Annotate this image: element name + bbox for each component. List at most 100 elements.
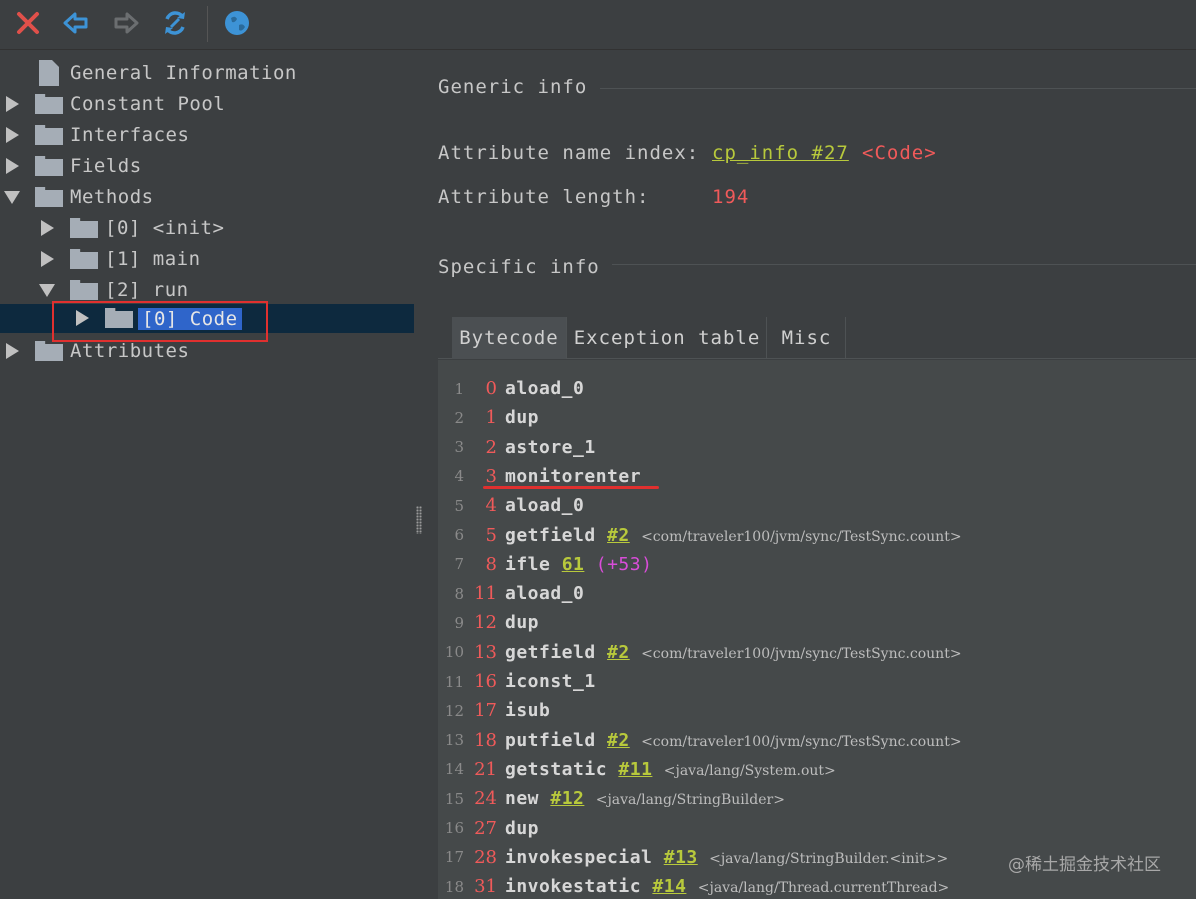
- section-divider: [612, 264, 1196, 265]
- bytecode-instruction: dup: [505, 612, 539, 633]
- cp-info-link[interactable]: cp_info #27: [712, 142, 849, 164]
- toolbar: [0, 0, 1196, 50]
- tree-item-method-main[interactable]: [1] main: [0, 245, 414, 273]
- bytecode-instruction: new #12 <java/lang/StringBuilder>: [505, 788, 785, 809]
- folder-icon: [35, 341, 63, 361]
- bytecode-line: 5 4 aload_0: [438, 491, 1196, 520]
- opcode: invokespecial: [505, 846, 653, 868]
- bytecode-instruction: dup: [505, 818, 539, 839]
- close-icon[interactable]: [13, 8, 43, 38]
- expand-arrow-icon[interactable]: [41, 220, 54, 236]
- collapse-arrow-icon[interactable]: [39, 284, 55, 297]
- opcode: getfield: [505, 641, 596, 663]
- web-icon[interactable]: [222, 8, 252, 38]
- tree-item-methods[interactable]: Methods: [0, 183, 414, 211]
- tab-misc[interactable]: Misc: [768, 317, 846, 359]
- watermark: @稀土掘金技术社区: [1008, 855, 1161, 875]
- tree-item-fields[interactable]: Fields: [0, 152, 414, 180]
- operand-link[interactable]: 61: [562, 554, 585, 575]
- opcode: iconst_1: [505, 671, 596, 692]
- operand-comment: <com/traveler100/jvm/sync/TestSync.count…: [641, 733, 962, 750]
- bytecode-offset: 28: [474, 846, 497, 868]
- bytecode-instruction: dup: [505, 407, 539, 428]
- operand-link[interactable]: #12: [550, 788, 584, 809]
- bytecode-instruction: aload_0: [505, 583, 584, 604]
- bytecode-offset: 0: [485, 378, 497, 399]
- operand-link[interactable]: #13: [664, 847, 698, 868]
- bytecode-line: 11 16 iconst_1: [438, 667, 1196, 696]
- operand-link[interactable]: #2: [607, 525, 630, 546]
- tab-exception-table[interactable]: Exception table: [568, 317, 767, 359]
- opcode: isub: [505, 700, 551, 722]
- operand-comment: <java/lang/StringBuilder>: [595, 792, 785, 809]
- bytecode-instruction: getfield #2 <com/traveler100/jvm/sync/Te…: [505, 642, 962, 663]
- operand-link[interactable]: #11: [618, 759, 652, 780]
- bytecode-line: 1 0 aload_0: [438, 374, 1196, 403]
- operand-link[interactable]: #2: [607, 730, 630, 751]
- refresh-icon[interactable]: [160, 8, 190, 38]
- section-divider: [600, 88, 1196, 89]
- bytecode-offset: 24: [474, 788, 497, 810]
- bytecode-offset: 13: [474, 641, 497, 663]
- operand-link[interactable]: #14: [652, 876, 686, 897]
- expand-arrow-icon[interactable]: [6, 158, 19, 174]
- bytecode-instruction: ifle 61 (+53): [505, 554, 652, 575]
- bytecode-line: 14 21 getstatic #11 <java/lang/System.out>: [438, 755, 1196, 784]
- attribute-length-value: 194: [712, 186, 750, 208]
- bytecode-offset: 21: [474, 758, 497, 780]
- expand-arrow-icon[interactable]: [41, 251, 54, 267]
- tab-bytecode[interactable]: Bytecode: [452, 317, 567, 359]
- tree-item-label: Attributes: [70, 340, 190, 362]
- opcode: aload_0: [505, 495, 585, 517]
- tree-item-interfaces[interactable]: Interfaces: [0, 121, 414, 149]
- bytecode-line: 18 31 invokestatic #14 <java/lang/Thread.c…: [438, 872, 1196, 899]
- bytecode-offset: 1: [485, 407, 497, 429]
- bytecode-instruction: invokespecial #13 <java/lang/StringBuild…: [505, 847, 948, 868]
- bytecode-instruction: getfield #2 <com/traveler100/jvm/sync/Te…: [505, 525, 962, 546]
- tree-item-label: Fields: [70, 155, 142, 177]
- bytecode-instruction: invokestatic #14 <java/lang/Thread.curre…: [505, 876, 949, 897]
- opcode: dup: [505, 612, 540, 634]
- bytecode-line: 9 12 dup: [438, 608, 1196, 637]
- bytecode-view[interactable]: 1 0 aload_0 2 1 dup 3 2 astore_1 4 3 monitorenter 5 4…: [438, 360, 1196, 899]
- bytecode-instruction: putfield #2 <com/traveler100/jvm/sync/Te…: [505, 730, 962, 751]
- folder-icon: [35, 94, 63, 114]
- bytecode-offset: 8: [485, 553, 497, 575]
- opcode: aload_0: [505, 378, 585, 399]
- tree-item-label: Interfaces: [70, 124, 190, 146]
- folder-icon: [35, 187, 63, 207]
- branch-delta: (+53): [595, 553, 653, 575]
- bytecode-instruction: isub: [505, 700, 550, 721]
- opcode: new: [505, 788, 540, 810]
- bytecode-offset: 2: [485, 436, 497, 458]
- bytecode-offset: 11: [474, 583, 497, 605]
- bytecode-line: 6 5 getfield #2 <com/traveler100/jvm/sync/…: [438, 521, 1196, 550]
- collapse-arrow-icon[interactable]: [4, 191, 20, 204]
- back-icon[interactable]: [61, 8, 91, 38]
- bytecode-offset: 18: [474, 729, 497, 751]
- bytecode-line: 3 2 astore_1: [438, 433, 1196, 462]
- bytecode-instruction: aload_0: [505, 378, 584, 399]
- attribute-length-label: Attribute length:: [438, 186, 650, 208]
- opcode: astore_1: [505, 436, 596, 458]
- tree-item-general-information[interactable]: General Information: [0, 59, 414, 87]
- bytecode-instruction: aload_0: [505, 495, 584, 516]
- specific-info-title: Specific info: [438, 256, 600, 278]
- operand-comment: <java/lang/Thread.currentThread>: [697, 880, 950, 897]
- bytecode-instruction: astore_1: [505, 437, 596, 458]
- tree-item-constant-pool[interactable]: Constant Pool: [0, 90, 414, 118]
- operand-link[interactable]: #2: [607, 642, 630, 663]
- tree-item-method-init[interactable]: [0] <init>: [0, 214, 414, 242]
- forward-icon[interactable]: [111, 8, 141, 38]
- tree-item-method-run[interactable]: [2] run: [0, 276, 414, 304]
- bytecode-line: 10 13 getfield #2 <com/traveler100/jvm/syn…: [438, 638, 1196, 667]
- opcode: invokestatic: [505, 876, 642, 898]
- bytecode-line: 13 18 putfield #2 <com/traveler100/jvm/syn…: [438, 726, 1196, 755]
- expand-arrow-icon[interactable]: [6, 343, 19, 359]
- folder-icon: [70, 280, 98, 300]
- splitter-handle[interactable]: [416, 506, 422, 534]
- expand-arrow-icon[interactable]: [6, 96, 19, 112]
- tree-item-label: Constant Pool: [70, 93, 226, 115]
- generic-info-title: Generic info: [438, 76, 588, 98]
- expand-arrow-icon[interactable]: [6, 127, 19, 143]
